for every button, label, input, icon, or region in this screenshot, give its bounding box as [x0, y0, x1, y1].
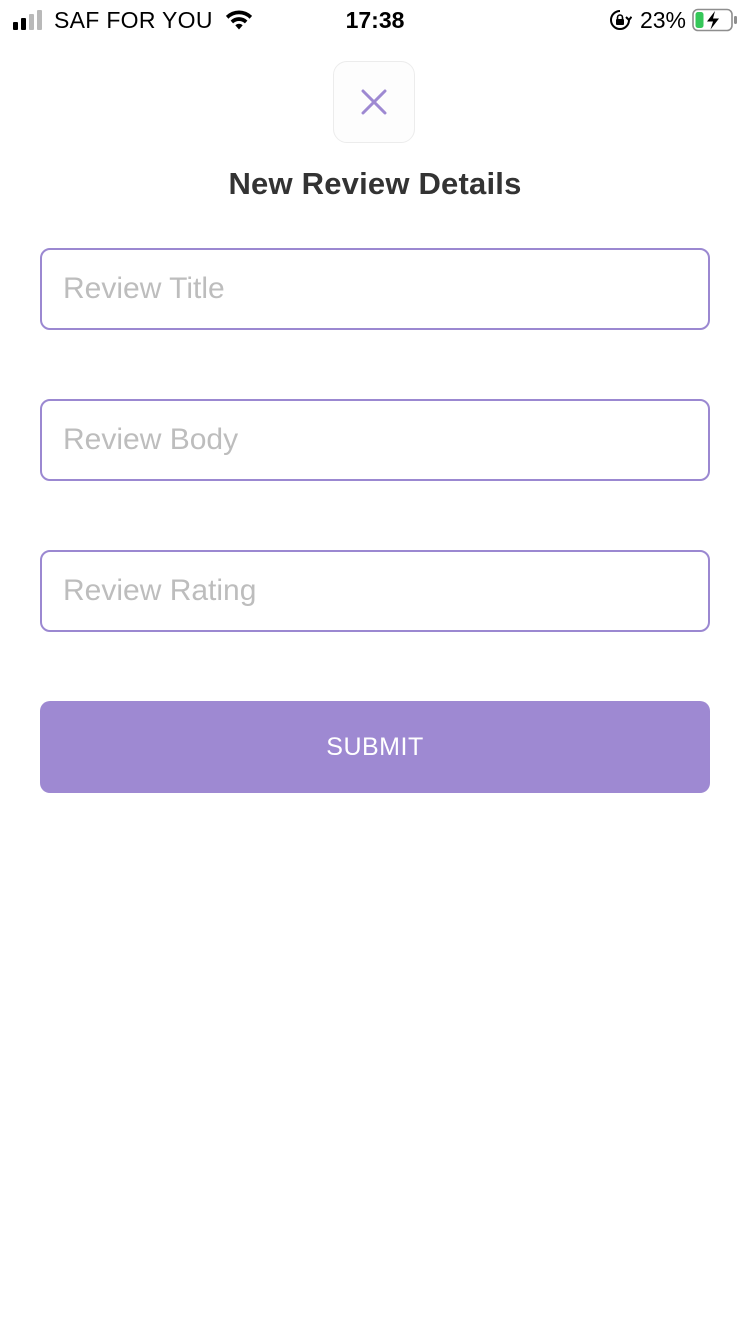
page-title: New Review Details [228, 166, 522, 201]
rotation-lock-icon [609, 10, 632, 30]
review-body-input[interactable] [40, 399, 710, 481]
close-icon [361, 89, 387, 115]
battery-charging-icon [692, 8, 737, 32]
close-button[interactable] [333, 61, 415, 143]
review-rating-input[interactable] [40, 550, 710, 632]
submit-button[interactable]: SUBMIT [40, 701, 710, 793]
battery-percent: 23% [639, 6, 686, 33]
status-bar-right: 23% [608, 6, 738, 34]
review-title-input[interactable] [40, 248, 710, 330]
status-bar: SAF FOR YOU 17:38 23% [0, 0, 750, 40]
